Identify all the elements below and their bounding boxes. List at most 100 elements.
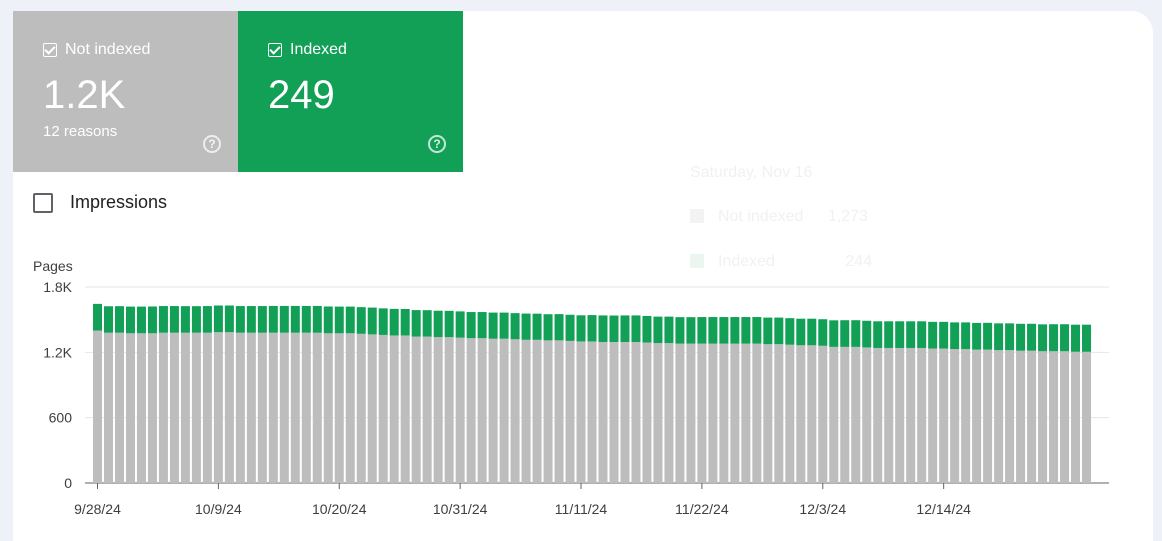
bar-group[interactable]: [840, 320, 850, 483]
bar-not-indexed[interactable]: [532, 339, 542, 483]
bar-indexed[interactable]: [477, 312, 487, 339]
bar-not-indexed[interactable]: [312, 332, 322, 483]
bar-group[interactable]: [587, 315, 597, 483]
bars[interactable]: [93, 303, 1092, 483]
bar-indexed[interactable]: [609, 315, 619, 342]
bar-group[interactable]: [994, 323, 1004, 483]
bar-indexed[interactable]: [730, 317, 740, 344]
bar-indexed[interactable]: [719, 317, 729, 344]
bar-not-indexed[interactable]: [851, 346, 861, 483]
bar-indexed[interactable]: [917, 321, 927, 348]
bar-group[interactable]: [125, 306, 135, 483]
bar-group[interactable]: [1005, 323, 1015, 483]
bar-indexed[interactable]: [257, 306, 267, 333]
bar-indexed[interactable]: [290, 305, 300, 333]
bar-group[interactable]: [719, 317, 729, 483]
bar-indexed[interactable]: [807, 318, 817, 346]
bar-group[interactable]: [334, 306, 344, 483]
bar-not-indexed[interactable]: [136, 333, 146, 483]
bar-indexed[interactable]: [191, 306, 201, 333]
bar-group[interactable]: [774, 317, 784, 483]
bar-indexed[interactable]: [312, 305, 322, 333]
bar-group[interactable]: [1082, 324, 1092, 483]
bar-group[interactable]: [906, 321, 916, 483]
bar-not-indexed[interactable]: [1038, 351, 1048, 483]
bar-group[interactable]: [301, 305, 311, 483]
bar-indexed[interactable]: [752, 317, 762, 344]
bar-group[interactable]: [268, 305, 278, 483]
bar-group[interactable]: [422, 310, 432, 483]
bar-group[interactable]: [191, 306, 201, 483]
bar-indexed[interactable]: [818, 319, 828, 346]
bar-indexed[interactable]: [796, 318, 806, 346]
bar-indexed[interactable]: [862, 320, 872, 348]
bar-not-indexed[interactable]: [169, 332, 179, 483]
bar-indexed[interactable]: [521, 313, 531, 340]
bar-not-indexed[interactable]: [202, 332, 212, 483]
bar-indexed[interactable]: [653, 316, 663, 344]
bar-group[interactable]: [114, 306, 124, 483]
bar-group[interactable]: [455, 311, 465, 483]
bar-indexed[interactable]: [554, 314, 564, 341]
bar-group[interactable]: [1071, 324, 1081, 483]
bar-not-indexed[interactable]: [829, 346, 839, 483]
bar-group[interactable]: [917, 321, 927, 483]
bar-indexed[interactable]: [510, 313, 520, 340]
bar-group[interactable]: [895, 321, 905, 483]
bar-not-indexed[interactable]: [884, 347, 894, 483]
bar-group[interactable]: [598, 315, 608, 483]
bar-not-indexed[interactable]: [400, 335, 410, 483]
bar-indexed[interactable]: [1060, 324, 1070, 352]
bar-indexed[interactable]: [675, 317, 685, 344]
bar-not-indexed[interactable]: [257, 332, 267, 483]
bar-group[interactable]: [653, 316, 663, 483]
bar-indexed[interactable]: [158, 306, 168, 333]
bar-not-indexed[interactable]: [895, 347, 905, 483]
bar-group[interactable]: [433, 310, 443, 483]
bar-group[interactable]: [103, 306, 113, 483]
bar-group[interactable]: [664, 316, 674, 483]
bar-indexed[interactable]: [884, 321, 894, 348]
bar-indexed[interactable]: [576, 315, 586, 342]
bar-not-indexed[interactable]: [1071, 351, 1081, 483]
bar-indexed[interactable]: [136, 306, 146, 334]
bar-not-indexed[interactable]: [620, 341, 630, 483]
bar-indexed[interactable]: [697, 317, 707, 344]
bar-group[interactable]: [499, 312, 509, 483]
bar-indexed[interactable]: [224, 305, 234, 333]
bar-group[interactable]: [1049, 324, 1059, 483]
bar-not-indexed[interactable]: [191, 332, 201, 483]
bar-indexed[interactable]: [147, 306, 157, 334]
bar-indexed[interactable]: [532, 313, 542, 340]
bar-not-indexed[interactable]: [1060, 351, 1070, 483]
bar-not-indexed[interactable]: [631, 341, 641, 483]
bar-indexed[interactable]: [433, 310, 443, 338]
bar-not-indexed[interactable]: [1082, 351, 1092, 483]
bar-group[interactable]: [565, 314, 575, 483]
bar-not-indexed[interactable]: [323, 333, 333, 483]
bar-indexed[interactable]: [1071, 324, 1081, 352]
bar-group[interactable]: [180, 306, 190, 483]
bar-group[interactable]: [279, 305, 289, 483]
bar-group[interactable]: [609, 315, 619, 483]
bar-group[interactable]: [983, 322, 993, 483]
impressions-toggle[interactable]: Impressions: [33, 192, 167, 213]
bar-not-indexed[interactable]: [664, 343, 674, 483]
bar-group[interactable]: [224, 305, 234, 483]
bar-indexed[interactable]: [741, 317, 751, 344]
bar-group[interactable]: [235, 306, 245, 483]
bar-group[interactable]: [356, 307, 366, 483]
bar-indexed[interactable]: [686, 317, 696, 344]
bar-group[interactable]: [257, 306, 267, 483]
bar-not-indexed[interactable]: [1027, 350, 1037, 483]
bar-indexed[interactable]: [631, 315, 641, 342]
bar-indexed[interactable]: [246, 306, 256, 333]
bar-indexed[interactable]: [972, 322, 982, 350]
bar-indexed[interactable]: [1005, 323, 1015, 351]
bar-not-indexed[interactable]: [983, 349, 993, 483]
bar-not-indexed[interactable]: [455, 337, 465, 483]
bar-group[interactable]: [147, 306, 157, 483]
bar-indexed[interactable]: [565, 314, 575, 341]
bar-not-indexed[interactable]: [499, 338, 509, 483]
bar-indexed[interactable]: [1016, 323, 1026, 351]
